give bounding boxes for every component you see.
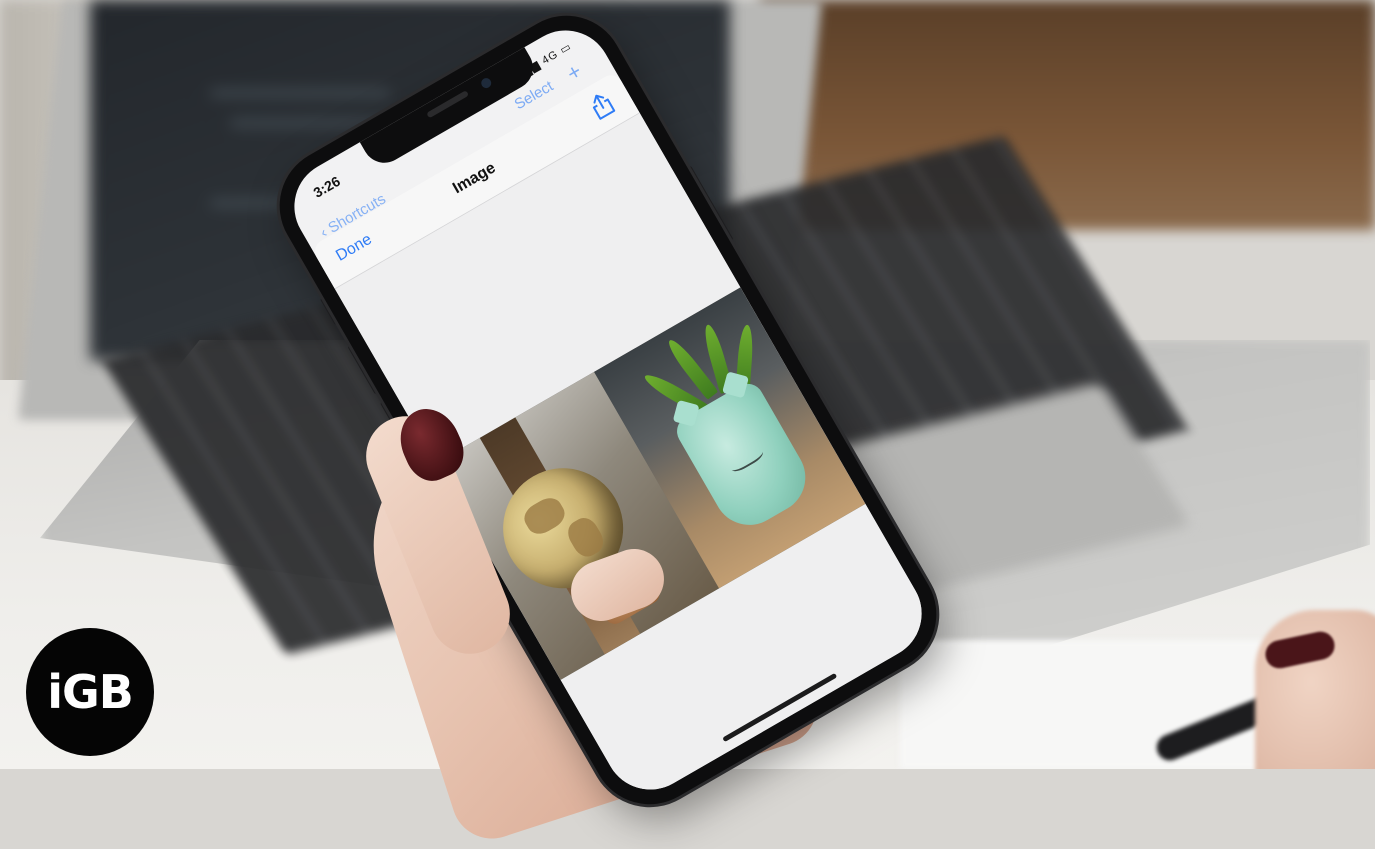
vase-ear [672,399,700,427]
network-label: 4G [540,48,561,68]
screen-code-line [210,90,390,96]
status-time: 3:26 [310,172,343,201]
front-camera [479,76,494,90]
vase-face [727,444,766,475]
vase-ear [722,371,750,399]
igb-logo: iGB [26,628,154,756]
globe-continent [519,492,570,539]
globe-continent [563,513,609,562]
logo-text: iGB [47,665,134,719]
earpiece-speaker [426,90,470,119]
battery-icon: ▭ [558,40,574,57]
